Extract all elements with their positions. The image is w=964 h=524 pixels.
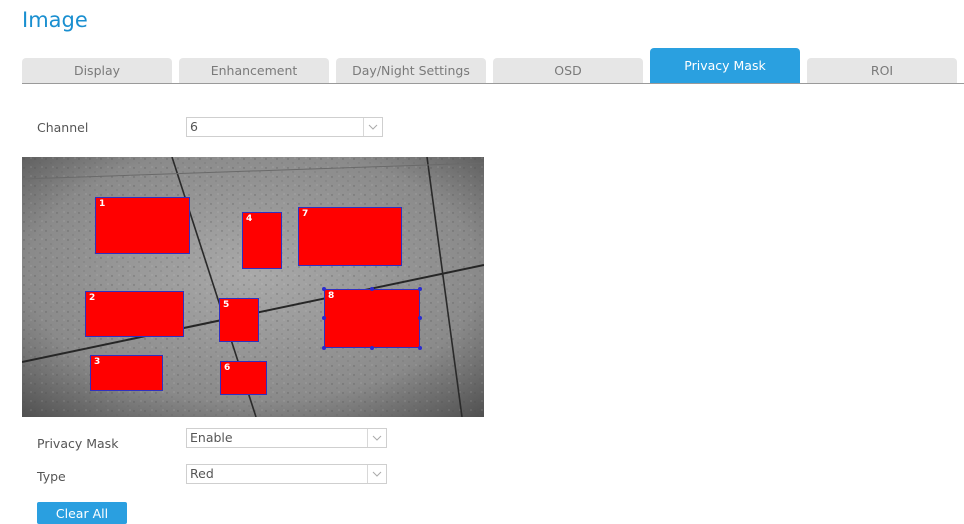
mask-number: 1 — [99, 199, 106, 209]
privacy-mask-region[interactable]: 6 — [220, 361, 267, 395]
privacy-mask-region[interactable]: 1 — [95, 197, 190, 254]
resize-handle[interactable] — [418, 346, 422, 350]
chevron-down-icon — [367, 429, 386, 447]
privacy-mask-select[interactable]: Enable — [186, 428, 387, 448]
channel-label: Channel — [37, 120, 89, 135]
tab-privacy-mask[interactable]: Privacy Mask — [650, 48, 800, 83]
resize-handle[interactable] — [418, 316, 422, 320]
tab-display[interactable]: Display — [22, 58, 172, 83]
mask-number: 4 — [246, 214, 253, 224]
tab-osd[interactable]: OSD — [493, 58, 643, 83]
mask-number: 2 — [89, 293, 96, 303]
tab-roi[interactable]: ROI — [807, 58, 957, 83]
type-label: Type — [37, 469, 66, 484]
page-title: Image — [22, 8, 88, 32]
mask-number: 7 — [302, 209, 309, 219]
privacy-mask-value: Enable — [190, 430, 233, 445]
channel-select[interactable]: 6 — [186, 117, 383, 137]
type-value: Red — [190, 466, 214, 481]
clear-all-button[interactable]: Clear All — [37, 502, 127, 524]
privacy-mask-label: Privacy Mask — [37, 436, 119, 451]
chevron-down-icon — [363, 118, 382, 136]
mask-number: 3 — [94, 357, 101, 367]
mask-number: 5 — [223, 300, 230, 310]
privacy-mask-region[interactable]: 3 — [90, 355, 163, 391]
privacy-mask-region[interactable]: 7 — [298, 207, 402, 266]
tab-enhancement[interactable]: Enhancement — [179, 58, 329, 83]
privacy-mask-region[interactable]: 2 — [85, 291, 184, 337]
resize-handle[interactable] — [322, 287, 326, 291]
resize-handle[interactable] — [370, 287, 374, 291]
resize-handle[interactable] — [370, 346, 374, 350]
resize-handle[interactable] — [418, 287, 422, 291]
tab-divider — [22, 83, 964, 84]
channel-value: 6 — [190, 119, 198, 134]
type-select[interactable]: Red — [186, 464, 387, 484]
privacy-mask-region[interactable]: 5 — [219, 298, 259, 342]
resize-handle[interactable] — [322, 346, 326, 350]
camera-preview[interactable]: 1 2 3 4 5 6 7 8 — [22, 157, 484, 417]
resize-handle[interactable] — [322, 316, 326, 320]
privacy-mask-region-selected[interactable]: 8 — [324, 289, 420, 348]
mask-number: 8 — [328, 291, 335, 301]
mask-number: 6 — [224, 363, 231, 373]
chevron-down-icon — [367, 465, 386, 483]
privacy-mask-region[interactable]: 4 — [242, 212, 282, 269]
tab-day-night-settings[interactable]: Day/Night Settings — [336, 58, 486, 83]
